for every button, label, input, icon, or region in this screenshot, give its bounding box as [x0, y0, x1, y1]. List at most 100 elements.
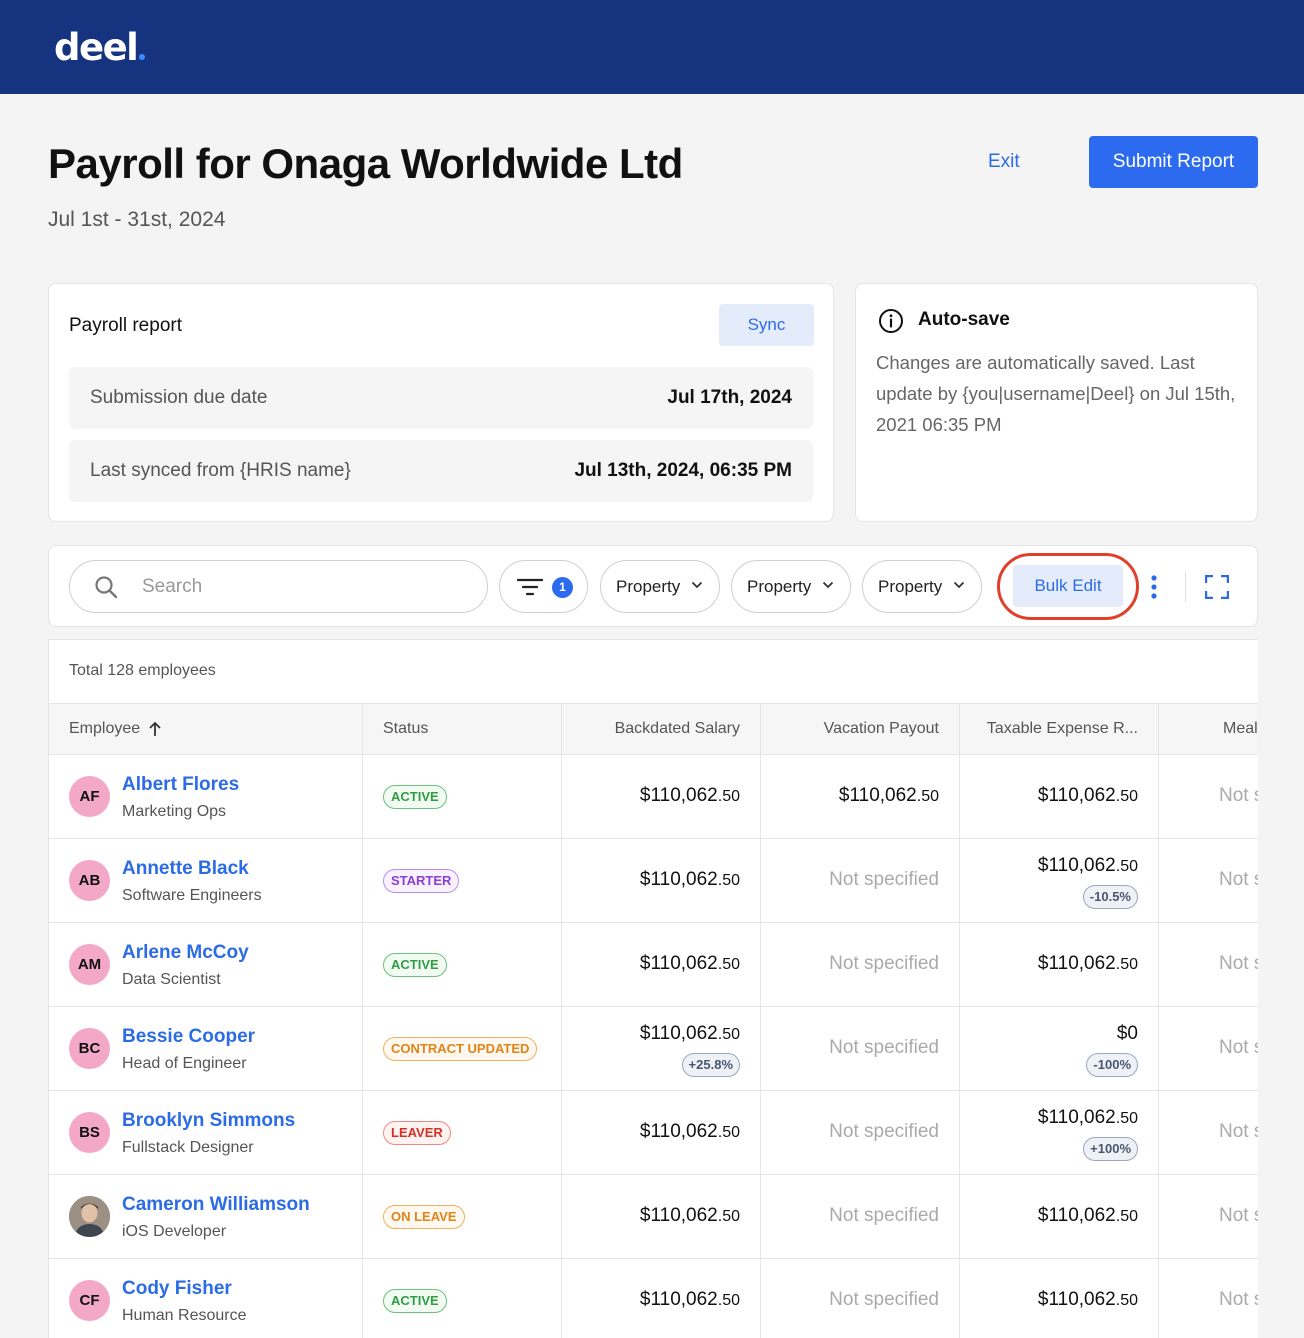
column-header-meal[interactable]: Meal	[1159, 704, 1258, 756]
employee-name-link[interactable]: Cody Fisher	[122, 1278, 232, 1300]
vacation-payout-cell[interactable]: Not specified	[761, 1007, 960, 1091]
meal-cell[interactable]: Not specified	[1159, 1091, 1258, 1175]
employee-name-link[interactable]: Arlene McCoy	[122, 942, 249, 964]
taxable-expense-cell[interactable]: $110,062.50	[960, 1259, 1159, 1338]
meal-cell[interactable]: Not specified	[1159, 1175, 1258, 1259]
vacation-payout-cell[interactable]: Not specified	[761, 1259, 960, 1338]
amount: $110,062.50	[639, 1289, 740, 1310]
amount: $110,062.50	[1037, 953, 1138, 974]
meal-cell[interactable]: Not specified	[1159, 1007, 1258, 1091]
column-header-backdated-salary[interactable]: Backdated Salary	[562, 704, 761, 756]
bulk-edit-button[interactable]: Bulk Edit	[1013, 565, 1123, 607]
column-header-taxable-expense[interactable]: Taxable Expense R...	[960, 704, 1159, 756]
search-input[interactable]	[142, 571, 472, 603]
not-specified: Not specified	[1219, 1037, 1258, 1058]
taxable-expense-cell[interactable]: $110,062.50	[960, 755, 1159, 839]
backdated-salary-cell[interactable]: $110,062.50	[562, 1259, 761, 1338]
not-specified: Not specified	[829, 1289, 939, 1310]
table-toolbar: 1 Property Property Property Bulk Edit	[48, 545, 1258, 627]
table-row[interactable]: Cameron Williamson iOS Developer ON LEAV…	[49, 1175, 1258, 1259]
status-badge: ACTIVE	[383, 953, 447, 977]
employee-name-link[interactable]: Brooklyn Simmons	[122, 1110, 295, 1132]
meal-cell[interactable]: Not specified	[1159, 755, 1258, 839]
taxable-expense-cell[interactable]: $110,062.50	[960, 1175, 1159, 1259]
employee-cell: AB Annette Black Software Engineers	[49, 839, 363, 923]
filter-button[interactable]: 1	[499, 560, 588, 613]
page-title: Payroll for Onaga Worldwide Ltd	[48, 140, 683, 187]
employee-cell: BC Bessie Cooper Head of Engineer	[49, 1007, 363, 1091]
exit-link[interactable]: Exit	[988, 151, 1020, 173]
amount: $110,062.50	[639, 869, 740, 890]
fullscreen-icon[interactable]	[1205, 575, 1229, 599]
search-icon	[95, 576, 118, 599]
chevron-down-icon	[691, 581, 703, 589]
backdated-salary-cell[interactable]: $110,062.50	[562, 1091, 761, 1175]
employee-table: Total 128 employees Employee Status Back…	[48, 639, 1258, 1338]
not-specified: Not specified	[1219, 1289, 1258, 1310]
top-bar: deel	[0, 0, 1304, 94]
column-header-employee[interactable]: Employee	[49, 704, 363, 756]
payroll-report-card: Payroll report Sync Submission due date …	[48, 283, 834, 522]
deel-logo[interactable]: deel	[54, 26, 146, 69]
autosave-text: Changes are automatically saved. Last up…	[876, 352, 1236, 435]
search-box[interactable]	[69, 560, 488, 613]
status-cell: ACTIVE	[363, 923, 562, 1007]
vacation-payout-cell[interactable]: Not specified	[761, 839, 960, 923]
not-specified: Not specified	[1219, 1205, 1258, 1226]
sync-button[interactable]: Sync	[719, 304, 814, 346]
column-header-status[interactable]: Status	[363, 704, 562, 756]
table-row[interactable]: AB Annette Black Software Engineers STAR…	[49, 839, 1258, 923]
employee-name-link[interactable]: Cameron Williamson	[122, 1194, 310, 1216]
table-row[interactable]: BC Bessie Cooper Head of Engineer CONTRA…	[49, 1007, 1258, 1091]
vacation-payout-cell[interactable]: $110,062.50	[761, 755, 960, 839]
property-dropdown-3[interactable]: Property	[862, 560, 982, 613]
backdated-salary-cell[interactable]: $110,062.50	[562, 839, 761, 923]
property-dropdown-2[interactable]: Property	[731, 560, 851, 613]
payroll-report-title: Payroll report	[69, 315, 182, 336]
employee-cell: BS Brooklyn Simmons Fullstack Designer	[49, 1091, 363, 1175]
employee-role: iOS Developer	[122, 1223, 227, 1240]
status-cell: STARTER	[363, 839, 562, 923]
status-cell: ON LEAVE	[363, 1175, 562, 1259]
employee-name-link[interactable]: Albert Flores	[122, 774, 239, 796]
backdated-salary-cell[interactable]: $110,062.50	[562, 755, 761, 839]
backdated-salary-cell[interactable]: $110,062.50	[562, 923, 761, 1007]
not-specified: Not specified	[1219, 953, 1258, 974]
avatar: CF	[69, 1280, 110, 1321]
avatar-photo	[69, 1196, 110, 1237]
table-row[interactable]: AF Albert Flores Marketing Ops ACTIVE $1…	[49, 755, 1258, 839]
backdated-salary-cell[interactable]: $110,062.50 +25.8%	[562, 1007, 761, 1091]
change-pill: +100%	[1083, 1137, 1138, 1161]
employee-name-link[interactable]: Annette Black	[122, 858, 249, 880]
submission-due-label: Submission due date	[90, 387, 268, 408]
taxable-expense-cell[interactable]: $110,062.50	[960, 923, 1159, 1007]
property-dropdown-1[interactable]: Property	[600, 560, 720, 613]
autosave-title: Auto-save	[918, 309, 1010, 330]
status-cell: LEAVER	[363, 1091, 562, 1175]
submit-report-button[interactable]: Submit Report	[1089, 136, 1258, 188]
meal-cell[interactable]: Not specified	[1159, 1259, 1258, 1338]
property-label: Property	[878, 577, 943, 596]
change-pill: +25.8%	[681, 1053, 740, 1077]
backdated-salary-cell[interactable]: $110,062.50	[562, 1175, 761, 1259]
meal-cell[interactable]: Not specified	[1159, 923, 1258, 1007]
bulk-edit-highlight: Bulk Edit	[997, 553, 1139, 620]
not-specified: Not specified	[1219, 785, 1258, 806]
meal-cell[interactable]: Not specified	[1159, 839, 1258, 923]
table-row[interactable]: AM Arlene McCoy Data Scientist ACTIVE $1…	[49, 923, 1258, 1007]
taxable-expense-cell[interactable]: $0 -100%	[960, 1007, 1159, 1091]
vacation-payout-cell[interactable]: Not specified	[761, 1091, 960, 1175]
column-header-vacation-payout[interactable]: Vacation Payout	[761, 704, 960, 756]
vacation-payout-cell[interactable]: Not specified	[761, 1175, 960, 1259]
table-body: AF Albert Flores Marketing Ops ACTIVE $1…	[49, 755, 1258, 1338]
more-options-icon[interactable]	[1148, 574, 1160, 600]
table-row[interactable]: BS Brooklyn Simmons Fullstack Designer L…	[49, 1091, 1258, 1175]
avatar: BC	[69, 1028, 110, 1069]
vacation-payout-cell[interactable]: Not specified	[761, 923, 960, 1007]
table-row[interactable]: CF Cody Fisher Human Resource ACTIVE $11…	[49, 1259, 1258, 1338]
employee-name-link[interactable]: Bessie Cooper	[122, 1026, 255, 1048]
submission-due-value: Jul 17th, 2024	[667, 387, 792, 408]
amount: $110,062.50	[1037, 785, 1138, 806]
taxable-expense-cell[interactable]: $110,062.50 +100%	[960, 1091, 1159, 1175]
taxable-expense-cell[interactable]: $110,062.50 -10.5%	[960, 839, 1159, 923]
